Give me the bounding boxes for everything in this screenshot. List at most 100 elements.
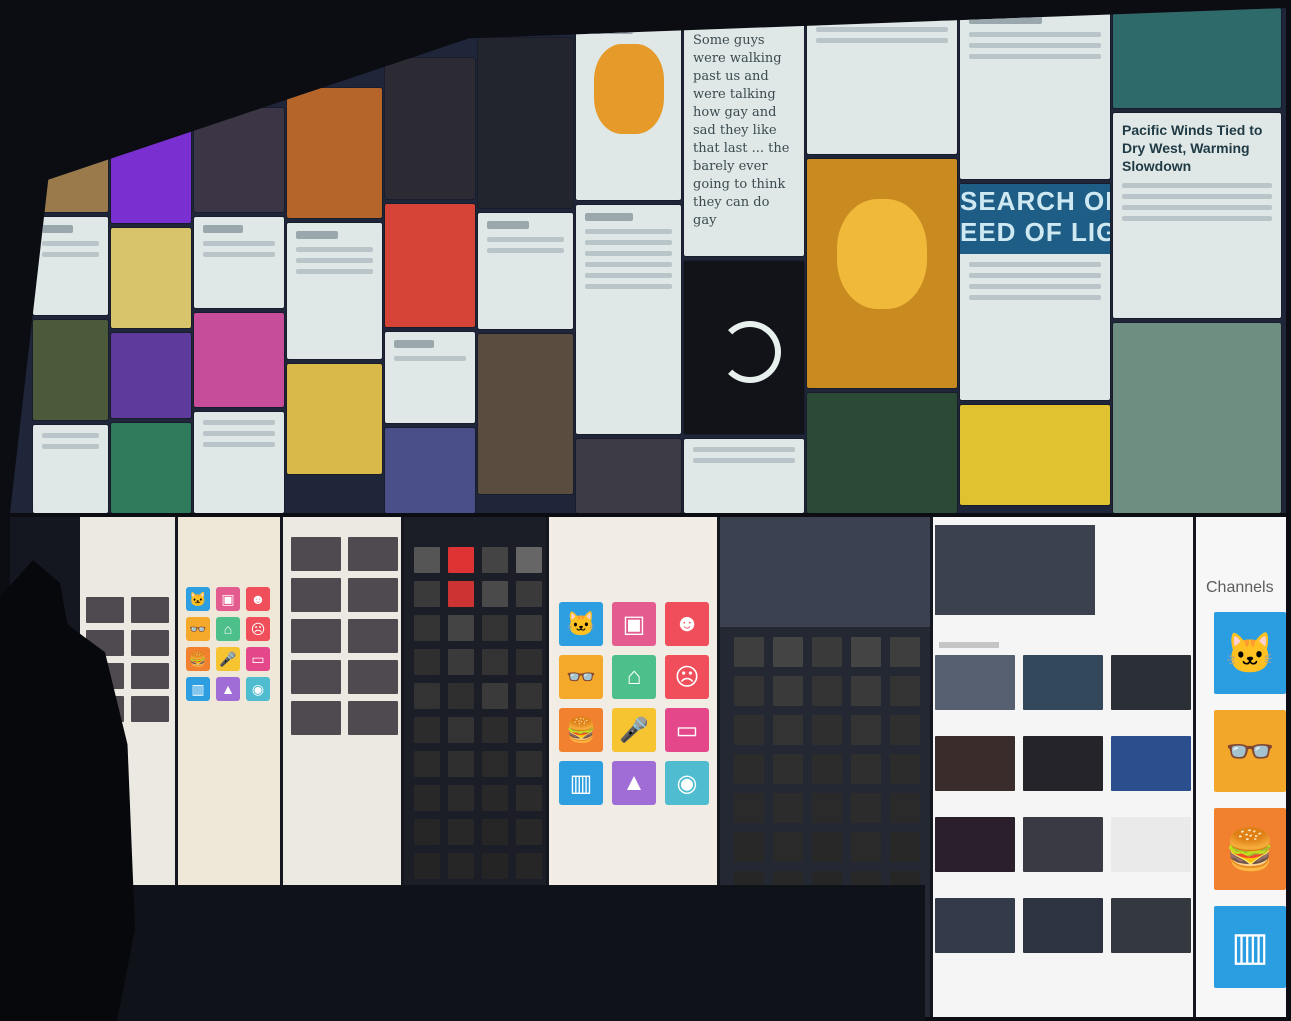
video-thumbnail[interactable] xyxy=(851,637,881,667)
video-thumbnail[interactable] xyxy=(851,832,881,862)
video-thumbnail[interactable] xyxy=(291,619,341,653)
piano-icon[interactable]: ▥ xyxy=(1214,906,1286,988)
video-thumbnail[interactable] xyxy=(851,676,881,706)
video-thumbnail[interactable] xyxy=(516,853,542,879)
video-thumbnail[interactable] xyxy=(348,537,398,571)
video-thumbnail[interactable] xyxy=(734,793,764,823)
video-thumbnail[interactable] xyxy=(851,715,881,745)
video-thumbnail[interactable] xyxy=(131,663,169,689)
glasses-icon[interactable]: 👓 xyxy=(1214,710,1286,792)
video-thumbnail[interactable] xyxy=(414,649,440,675)
portrait-icon[interactable]: ▣ xyxy=(612,602,656,646)
video-thumbnail[interactable] xyxy=(773,715,803,745)
video-thumbnail[interactable] xyxy=(414,853,440,879)
video-thumbnail[interactable] xyxy=(348,578,398,612)
microphone-icon[interactable]: 🎤 xyxy=(612,708,656,752)
video-thumbnail[interactable] xyxy=(348,619,398,653)
video-thumbnail[interactable] xyxy=(448,615,474,641)
video-thumbnail[interactable] xyxy=(131,696,169,722)
video-thumbnail[interactable] xyxy=(812,637,842,667)
video-thumbnail[interactable] xyxy=(851,754,881,784)
video-thumbnail[interactable] xyxy=(890,832,920,862)
mountain-icon[interactable]: ▲ xyxy=(216,677,240,701)
video-thumbnail[interactable] xyxy=(291,537,341,571)
cat-icon[interactable]: 🐱 xyxy=(559,602,603,646)
video-thumbnail[interactable] xyxy=(812,793,842,823)
video-thumbnail[interactable] xyxy=(1111,655,1191,710)
video-thumbnail[interactable] xyxy=(414,615,440,641)
video-thumbnail[interactable] xyxy=(448,581,474,607)
face-icon[interactable]: ☻ xyxy=(665,602,709,646)
video-thumbnail[interactable] xyxy=(516,819,542,845)
video-thumbnail[interactable] xyxy=(516,717,542,743)
video-thumbnail[interactable] xyxy=(414,785,440,811)
video-thumbnail[interactable] xyxy=(1111,817,1191,872)
video-thumbnail[interactable] xyxy=(890,637,920,667)
video-thumbnail[interactable] xyxy=(482,819,508,845)
video-thumbnail[interactable] xyxy=(890,676,920,706)
video-thumbnail[interactable] xyxy=(773,637,803,667)
video-thumbnail[interactable] xyxy=(890,793,920,823)
video-thumbnail[interactable] xyxy=(1023,898,1103,953)
burger-icon[interactable]: 🍔 xyxy=(1214,808,1286,890)
video-thumbnail[interactable] xyxy=(516,615,542,641)
cat-icon[interactable]: 🐱 xyxy=(1214,612,1286,694)
video-thumbnail[interactable] xyxy=(482,649,508,675)
video-thumbnail[interactable] xyxy=(851,793,881,823)
burger-icon[interactable]: 🍔 xyxy=(559,708,603,752)
face-icon[interactable]: ☻ xyxy=(246,587,270,611)
video-thumbnail[interactable] xyxy=(482,547,508,573)
video-thumbnail[interactable] xyxy=(812,715,842,745)
video-thumbnail[interactable] xyxy=(291,660,341,694)
glasses-icon[interactable]: 👓 xyxy=(559,655,603,699)
video-thumbnail[interactable] xyxy=(734,676,764,706)
burger-icon[interactable]: 🍔 xyxy=(186,647,210,671)
video-thumbnail[interactable] xyxy=(1111,736,1191,791)
video-thumbnail[interactable] xyxy=(773,832,803,862)
video-thumbnail[interactable] xyxy=(482,853,508,879)
video-thumbnail[interactable] xyxy=(448,547,474,573)
video-thumbnail[interactable] xyxy=(291,701,341,735)
video-thumbnail[interactable] xyxy=(448,819,474,845)
coin-icon[interactable]: ◉ xyxy=(665,761,709,805)
video-thumbnail[interactable] xyxy=(86,597,124,623)
video-thumbnail[interactable] xyxy=(291,578,341,612)
coin-icon[interactable]: ◉ xyxy=(246,677,270,701)
video-thumbnail[interactable] xyxy=(448,683,474,709)
video-thumbnail[interactable] xyxy=(773,676,803,706)
video-thumbnail[interactable] xyxy=(935,898,1015,953)
video-thumbnail[interactable] xyxy=(516,581,542,607)
video-thumbnail[interactable] xyxy=(482,581,508,607)
glasses-icon[interactable]: 👓 xyxy=(186,617,210,641)
video-thumbnail[interactable] xyxy=(448,649,474,675)
video-thumbnail[interactable] xyxy=(348,701,398,735)
video-thumbnail[interactable] xyxy=(131,597,169,623)
video-thumbnail[interactable] xyxy=(448,717,474,743)
video-thumbnail[interactable] xyxy=(482,717,508,743)
video-thumbnail[interactable] xyxy=(890,754,920,784)
cat-icon[interactable]: 🐱 xyxy=(186,587,210,611)
monster-icon[interactable]: ☹ xyxy=(665,655,709,699)
piano-icon[interactable]: ▥ xyxy=(559,761,603,805)
video-thumbnail[interactable] xyxy=(516,547,542,573)
video-thumbnail[interactable] xyxy=(516,683,542,709)
video-thumbnail[interactable] xyxy=(734,832,764,862)
video-thumbnail[interactable] xyxy=(131,630,169,656)
video-thumbnail[interactable] xyxy=(414,547,440,573)
video-thumbnail[interactable] xyxy=(414,751,440,777)
piano-icon[interactable]: ▥ xyxy=(186,677,210,701)
video-thumbnail[interactable] xyxy=(935,655,1015,710)
featured-video[interactable] xyxy=(935,525,1095,615)
video-thumbnail[interactable] xyxy=(348,660,398,694)
video-thumbnail[interactable] xyxy=(448,785,474,811)
video-thumbnail[interactable] xyxy=(448,853,474,879)
portrait-icon[interactable]: ▣ xyxy=(216,587,240,611)
video-thumbnail[interactable] xyxy=(773,754,803,784)
microphone-icon[interactable]: 🎤 xyxy=(216,647,240,671)
video-thumbnail[interactable] xyxy=(812,832,842,862)
video-thumbnail[interactable] xyxy=(935,736,1015,791)
mountain-icon[interactable]: ▲ xyxy=(612,761,656,805)
video-thumbnail[interactable] xyxy=(734,754,764,784)
video-thumbnail[interactable] xyxy=(482,785,508,811)
video-thumbnail[interactable] xyxy=(482,615,508,641)
